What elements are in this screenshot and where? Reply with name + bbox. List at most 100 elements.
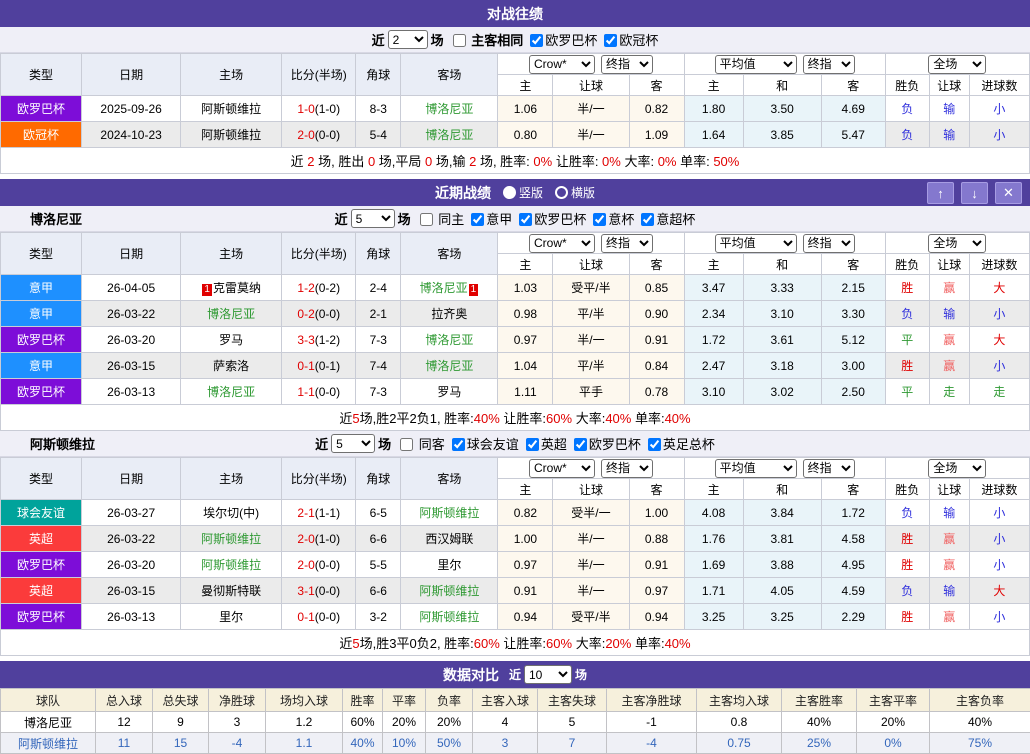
avg-select-group: 平均值终指 [684,233,885,254]
villa-avg-select[interactable]: 平均值 [715,459,797,478]
h2h-league-checkbox-0[interactable] [530,34,543,47]
stat-cell: 1.2 [266,712,343,733]
compare-count-select[interactable]: 10 [524,665,572,684]
same-venue-checkbox[interactable] [453,34,466,47]
villa-league-checkbox-2[interactable] [574,438,587,451]
close-icon[interactable]: ✕ [995,182,1022,204]
bologna-count-select[interactable]: 5 [351,209,395,228]
h2h-odds-time-select[interactable]: 终指 [601,55,653,74]
villa-league-checkbox-3[interactable] [648,438,661,451]
sub-column-header: 客 [629,254,684,275]
odds-away-cell: 0.82 [629,96,684,122]
handicap-result-cell: 赢 [929,552,969,578]
h2h-league-checkbox-1[interactable] [604,34,617,47]
section-compare: 数据对比 近 10 场 球队总入球总失球净胜球场均入球胜率平率负率主客入球主客失… [0,661,1030,754]
avg-away-cell: 1.72 [821,500,885,526]
column-header: 主场 [181,233,282,275]
vertical-layout-radio[interactable] [503,186,516,199]
villa-league-checkbox-1[interactable] [526,438,539,451]
villa-avg-time-select[interactable]: 终指 [803,459,855,478]
header-row: 类型日期主场比分(半场)角球客场Crow*终指平均值终指全场 [1,458,1030,479]
same-home-checkbox[interactable] [420,213,433,226]
home-team-cell: 罗马 [181,327,282,353]
h2h-table-container: 类型日期主场比分(半场)角球客场Crow*终指平均值终指全场主让球客主和客胜负让… [0,53,1030,174]
avg-draw-cell: 3.61 [743,327,821,353]
home-team-cell: 萨索洛 [181,353,282,379]
odds-home-cell: 1.00 [498,526,553,552]
match-row: 欧冠杯2024-10-23阿斯顿维拉2-0(0-0)5-4博洛尼亚0.80半/一… [1,122,1030,148]
sub-column-header: 进球数 [969,254,1029,275]
h2h-scope-select[interactable]: 全场 [928,55,986,74]
goals-result-cell: 小 [969,552,1029,578]
stat-cell: 15 [153,733,209,754]
avg-home-cell: 3.10 [684,379,743,405]
villa-odds-company-select[interactable]: Crow* [529,459,595,478]
corner-cell: 8-3 [356,96,401,122]
league-label: 英超 [541,437,567,452]
home-team-cell: 埃尔切(中) [181,500,282,526]
sub-column-header: 进球数 [969,479,1029,500]
column-header: 比分(半场) [282,233,356,275]
compare-row: 阿斯顿维拉1115-41.140%10%50%37-40.7525%0%75% [1,733,1030,754]
away-team-cell: 拉齐奥 [401,301,498,327]
bologna-avg-time-select[interactable]: 终指 [803,234,855,253]
bologna-odds-time-select[interactable]: 终指 [601,234,653,253]
stat-cell: 20% [426,712,473,733]
h2h-title-bar: 对战往绩 [0,0,1030,27]
summary-row: 近5场,胜3平0负2, 胜率:60% 让胜率:60% 大率:20% 单率:40% [1,630,1030,656]
h2h-avg-select[interactable]: 平均值 [715,55,797,74]
stat-cell: 40% [343,733,383,754]
h2h-odds-company-select[interactable]: Crow* [529,55,595,74]
h2h-avg-time-select[interactable]: 终指 [803,55,855,74]
stat-cell: 25% [782,733,857,754]
goals-result-cell: 小 [969,526,1029,552]
odds-away-cell: 1.09 [629,122,684,148]
bologna-odds-company-select[interactable]: Crow* [529,234,595,253]
compare-column-header: 场均入球 [266,689,343,712]
column-header: 比分(半场) [282,458,356,500]
match-row: 欧罗巴杯26-03-13博洛尼亚1-1(0-0)7-3罗马1.11平手0.783… [1,379,1030,405]
result-cell: 胜 [885,353,929,379]
stat-cell: 3 [209,712,266,733]
goals-result-cell: 小 [969,353,1029,379]
column-header: 角球 [356,233,401,275]
bologna-league-checkbox-0[interactable] [471,213,484,226]
sub-column-header: 让球 [553,75,629,96]
result-cell: 负 [885,578,929,604]
corner-cell: 7-4 [356,353,401,379]
section-title: 对战往绩 [487,4,543,24]
stat-cell: 0% [857,733,930,754]
away-team-cell: 西汉姆联 [401,526,498,552]
column-header: 角球 [356,54,401,96]
league-label: 球会友谊 [467,437,519,452]
avg-draw-cell: 3.85 [743,122,821,148]
avg-home-cell: 3.25 [684,604,743,630]
league-label: 意杯 [608,212,634,227]
avg-home-cell: 2.47 [684,353,743,379]
villa-count-select[interactable]: 5 [331,434,375,453]
avg-draw-cell: 3.81 [743,526,821,552]
bologna-league-checkbox-3[interactable] [641,213,654,226]
handicap-result-cell: 走 [929,379,969,405]
games-label: 场 [378,434,391,453]
villa-scope-select[interactable]: 全场 [928,459,986,478]
match-row: 意甲26-04-051克雷莫纳1-2(0-2)2-4博洛尼亚11.03受平/半0… [1,275,1030,301]
h2h-count-select[interactable]: 2 [388,30,428,49]
villa-league-checkbox-0[interactable] [452,438,465,451]
move-down-icon[interactable]: ↓ [961,182,988,204]
odds-away-cell: 0.91 [629,327,684,353]
villa-odds-time-select[interactable]: 终指 [601,459,653,478]
horizontal-layout-radio[interactable] [555,186,568,199]
move-up-icon[interactable]: ↑ [927,182,954,204]
away-team-cell: 博洛尼亚 [401,353,498,379]
odds-home-cell: 1.03 [498,275,553,301]
near-label: 近 [315,434,328,453]
home-team-cell: 阿斯顿维拉 [181,122,282,148]
bologna-league-checkbox-1[interactable] [519,213,532,226]
bologna-scope-select[interactable]: 全场 [928,234,986,253]
away-team-cell: 阿斯顿维拉 [401,500,498,526]
bologna-avg-select[interactable]: 平均值 [715,234,797,253]
same-away-checkbox[interactable] [400,438,413,451]
bologna-league-checkbox-2[interactable] [593,213,606,226]
match-analysis-page: 对战往绩 近 2 场 主客相同 欧罗巴杯欧冠杯 类型日期主场比分(半场)角球客场… [0,0,1030,754]
